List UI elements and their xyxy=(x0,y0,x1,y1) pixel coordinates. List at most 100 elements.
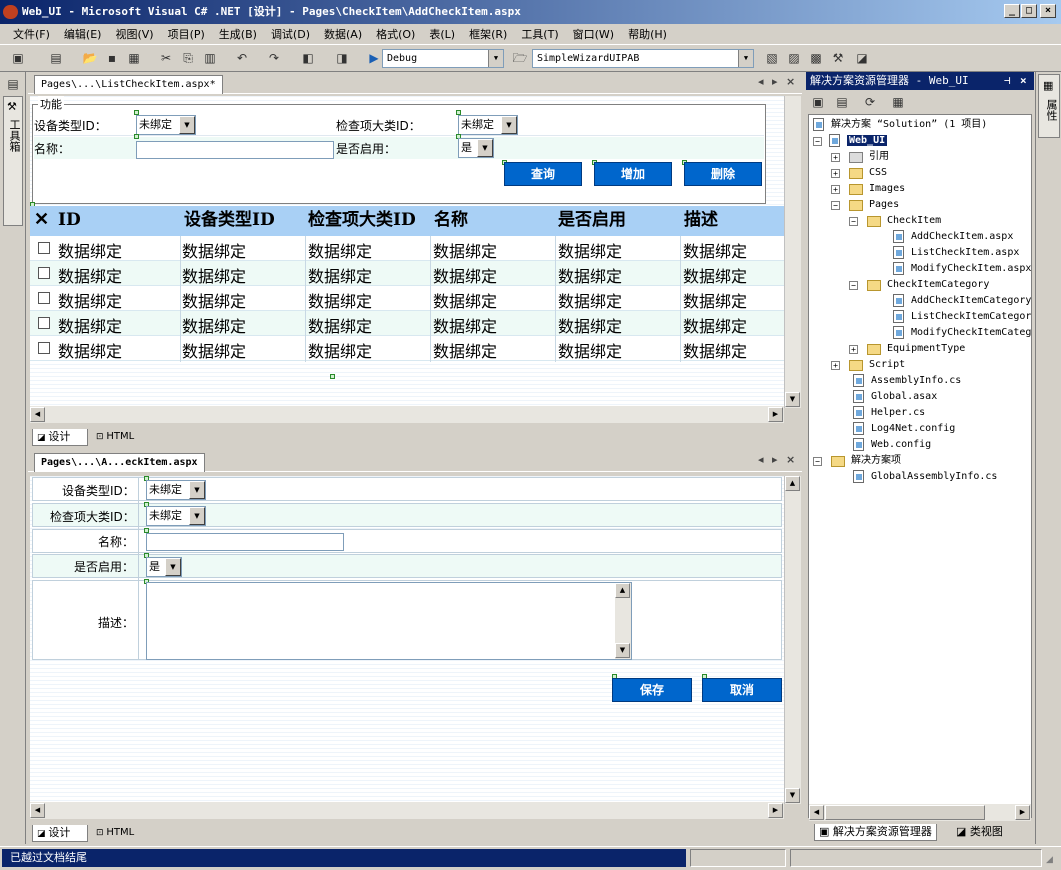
add-item-icon[interactable]: ▤ xyxy=(48,50,64,66)
expand-icon[interactable]: + xyxy=(849,345,858,354)
new-project-icon[interactable]: ▣ xyxy=(10,50,26,66)
html-view-tab[interactable]: ⊡ HTML xyxy=(92,429,138,446)
scroll-up-icon[interactable]: ▲ xyxy=(615,583,630,598)
tab-scroll-right-icon[interactable]: ▸ xyxy=(772,453,778,466)
enabled-select[interactable]: 是 ▼ xyxy=(146,557,182,577)
scroll-down-icon[interactable]: ▼ xyxy=(615,643,630,658)
show-all-files-icon[interactable]: ▤ xyxy=(834,94,850,110)
scroll-down-icon[interactable]: ▼ xyxy=(785,392,800,407)
find-in-files-icon[interactable]: 🗁 xyxy=(512,50,528,66)
check-cat-select[interactable]: 未绑定 ▼ xyxy=(146,506,206,526)
tab-scroll-left-icon[interactable]: ◂ xyxy=(758,453,764,466)
solution-config-select[interactable]: Debug ▼ xyxy=(382,49,504,68)
toolbox-tab[interactable]: ⚒ 工具箱 xyxy=(3,96,23,226)
tree-node-file[interactable]: AddCheckItem.aspx xyxy=(893,229,1013,245)
delete-button[interactable]: 删除 xyxy=(684,162,762,186)
tree-node-file[interactable]: Web.config xyxy=(853,437,931,453)
scroll-down-icon[interactable]: ▼ xyxy=(785,788,800,803)
scroll-left-icon[interactable]: ◀ xyxy=(30,407,45,422)
tree-node-solution[interactable]: 解决方案 “Solution” (1 项目) xyxy=(813,117,987,133)
save-icon[interactable]: ▪ xyxy=(104,50,120,66)
cut-icon[interactable]: ✂ xyxy=(158,50,174,66)
tree-node-file[interactable]: AddCheckItemCategory. xyxy=(893,293,1031,309)
scroll-right-icon[interactable]: ▶ xyxy=(1015,805,1030,820)
menu-file[interactable]: 文件(F) xyxy=(6,26,57,42)
properties-icon[interactable]: ▨ xyxy=(786,50,802,66)
view-designer-icon[interactable]: ▦ xyxy=(890,94,906,110)
server-explorer-icon[interactable]: ▤ xyxy=(5,76,21,92)
html-view-tab[interactable]: ⊡ HTML xyxy=(92,825,138,842)
undo-icon[interactable]: ↶ xyxy=(234,50,250,66)
collapse-icon[interactable]: − xyxy=(849,281,858,290)
design-surface[interactable]: 设备类型ID： 未绑定 ▼ 检查项大类ID： 未绑定 ▼ 名称： 是否启用： 是… xyxy=(30,476,784,804)
refresh-icon[interactable]: ⟳ xyxy=(862,94,878,110)
paste-icon[interactable]: ▥ xyxy=(202,50,218,66)
select-all-x-icon[interactable]: ✕ xyxy=(34,206,50,236)
vertical-scrollbar[interactable]: ▼ xyxy=(784,96,801,408)
tree-node-project[interactable]: Web_UI xyxy=(829,133,888,149)
close-button[interactable]: × xyxy=(1040,4,1056,18)
minimize-button[interactable]: _ xyxy=(1004,4,1020,18)
vertical-scrollbar[interactable]: ▲ ▼ xyxy=(784,476,801,804)
cancel-button[interactable]: 取消 xyxy=(702,678,782,702)
expand-icon[interactable]: + xyxy=(831,185,840,194)
properties-icon[interactable]: ▣ xyxy=(810,94,826,110)
tree-node-images[interactable]: Images xyxy=(849,181,905,197)
close-panel-icon[interactable]: × xyxy=(1020,72,1027,90)
class-view-tab[interactable]: ◪ 类视图 xyxy=(952,824,1007,841)
design-view-tab[interactable]: ◪ 设计 xyxy=(32,429,88,446)
tree-node-script[interactable]: Script xyxy=(849,357,905,373)
equip-type-select[interactable]: 未绑定 ▼ xyxy=(136,115,196,135)
name-input[interactable] xyxy=(136,141,334,159)
explorer-horizontal-scrollbar[interactable]: ◀ ▶ xyxy=(809,804,1031,821)
properties-tab[interactable]: ▦ 属性 xyxy=(1038,74,1060,138)
class-view-icon[interactable]: ◪ xyxy=(854,50,870,66)
menu-help[interactable]: 帮助(H) xyxy=(621,26,674,42)
tree-node-solution-items[interactable]: 解决方案项 xyxy=(831,453,901,469)
close-document-icon[interactable]: × xyxy=(786,453,795,466)
doc1-tab[interactable]: Pages\...\ListCheckItem.aspx* xyxy=(34,75,223,94)
start-debug-icon[interactable]: ▶ xyxy=(366,50,382,66)
redo-icon[interactable]: ↷ xyxy=(266,50,282,66)
collapse-icon[interactable]: − xyxy=(849,217,858,226)
row-checkbox[interactable] xyxy=(38,292,50,304)
textarea-scrollbar[interactable]: ▲ ▼ xyxy=(615,583,631,659)
scroll-right-icon[interactable]: ▶ xyxy=(768,407,783,422)
tools-icon[interactable]: ⚒ xyxy=(830,50,846,66)
menu-edit[interactable]: 编辑(E) xyxy=(57,26,109,42)
design-surface[interactable]: 功能 设备类型ID： 未绑定 ▼ 检查项大类ID： 未绑定 ▼ 名称： 是否启用… xyxy=(30,96,784,408)
solution-explorer-icon[interactable]: ▧ xyxy=(764,50,780,66)
copy-icon[interactable]: ⎘ xyxy=(180,50,196,66)
scroll-thumb[interactable] xyxy=(825,805,985,820)
query-button[interactable]: 查询 xyxy=(504,162,582,186)
menu-data[interactable]: 数据(A) xyxy=(317,26,369,42)
row-checkbox[interactable] xyxy=(38,342,50,354)
menu-view[interactable]: 视图(V) xyxy=(108,26,160,42)
check-cat-select[interactable]: 未绑定 ▼ xyxy=(458,115,518,135)
toolbox-icon[interactable]: ▩ xyxy=(808,50,824,66)
save-all-icon[interactable]: ▦ xyxy=(126,50,142,66)
tree-node-file[interactable]: ModifyCheckItem.aspx xyxy=(893,261,1031,277)
scroll-left-icon[interactable]: ◀ xyxy=(30,803,45,818)
tree-node-css[interactable]: CSS xyxy=(849,165,887,181)
row-checkbox[interactable] xyxy=(38,242,50,254)
horizontal-scrollbar[interactable]: ◀ ▶ xyxy=(30,406,784,423)
menu-debug[interactable]: 调试(D) xyxy=(264,26,317,42)
tab-scroll-left-icon[interactable]: ◂ xyxy=(758,75,764,88)
collapse-icon[interactable]: − xyxy=(831,201,840,210)
maximize-button[interactable]: □ xyxy=(1021,4,1037,18)
name-input[interactable] xyxy=(146,533,344,551)
menu-format[interactable]: 格式(O) xyxy=(369,26,422,42)
solution-explorer-tab[interactable]: ▣ 解决方案资源管理器 xyxy=(814,824,937,841)
tree-node-file[interactable]: ListCheckItemCategory xyxy=(893,309,1031,325)
collapse-icon[interactable]: − xyxy=(813,457,822,466)
tree-node-file[interactable]: AssemblyInfo.cs xyxy=(853,373,961,389)
row-checkbox[interactable] xyxy=(38,267,50,279)
tree-node-file[interactable]: ModifyCheckItemCatego xyxy=(893,325,1031,341)
menu-tools[interactable]: 工具(T) xyxy=(514,26,565,42)
expand-icon[interactable]: + xyxy=(831,153,840,162)
tree-node-file[interactable]: Log4Net.config xyxy=(853,421,955,437)
scroll-right-icon[interactable]: ▶ xyxy=(768,803,783,818)
pin-icon[interactable]: ⊣ xyxy=(1004,72,1011,90)
add-button[interactable]: 增加 xyxy=(594,162,672,186)
